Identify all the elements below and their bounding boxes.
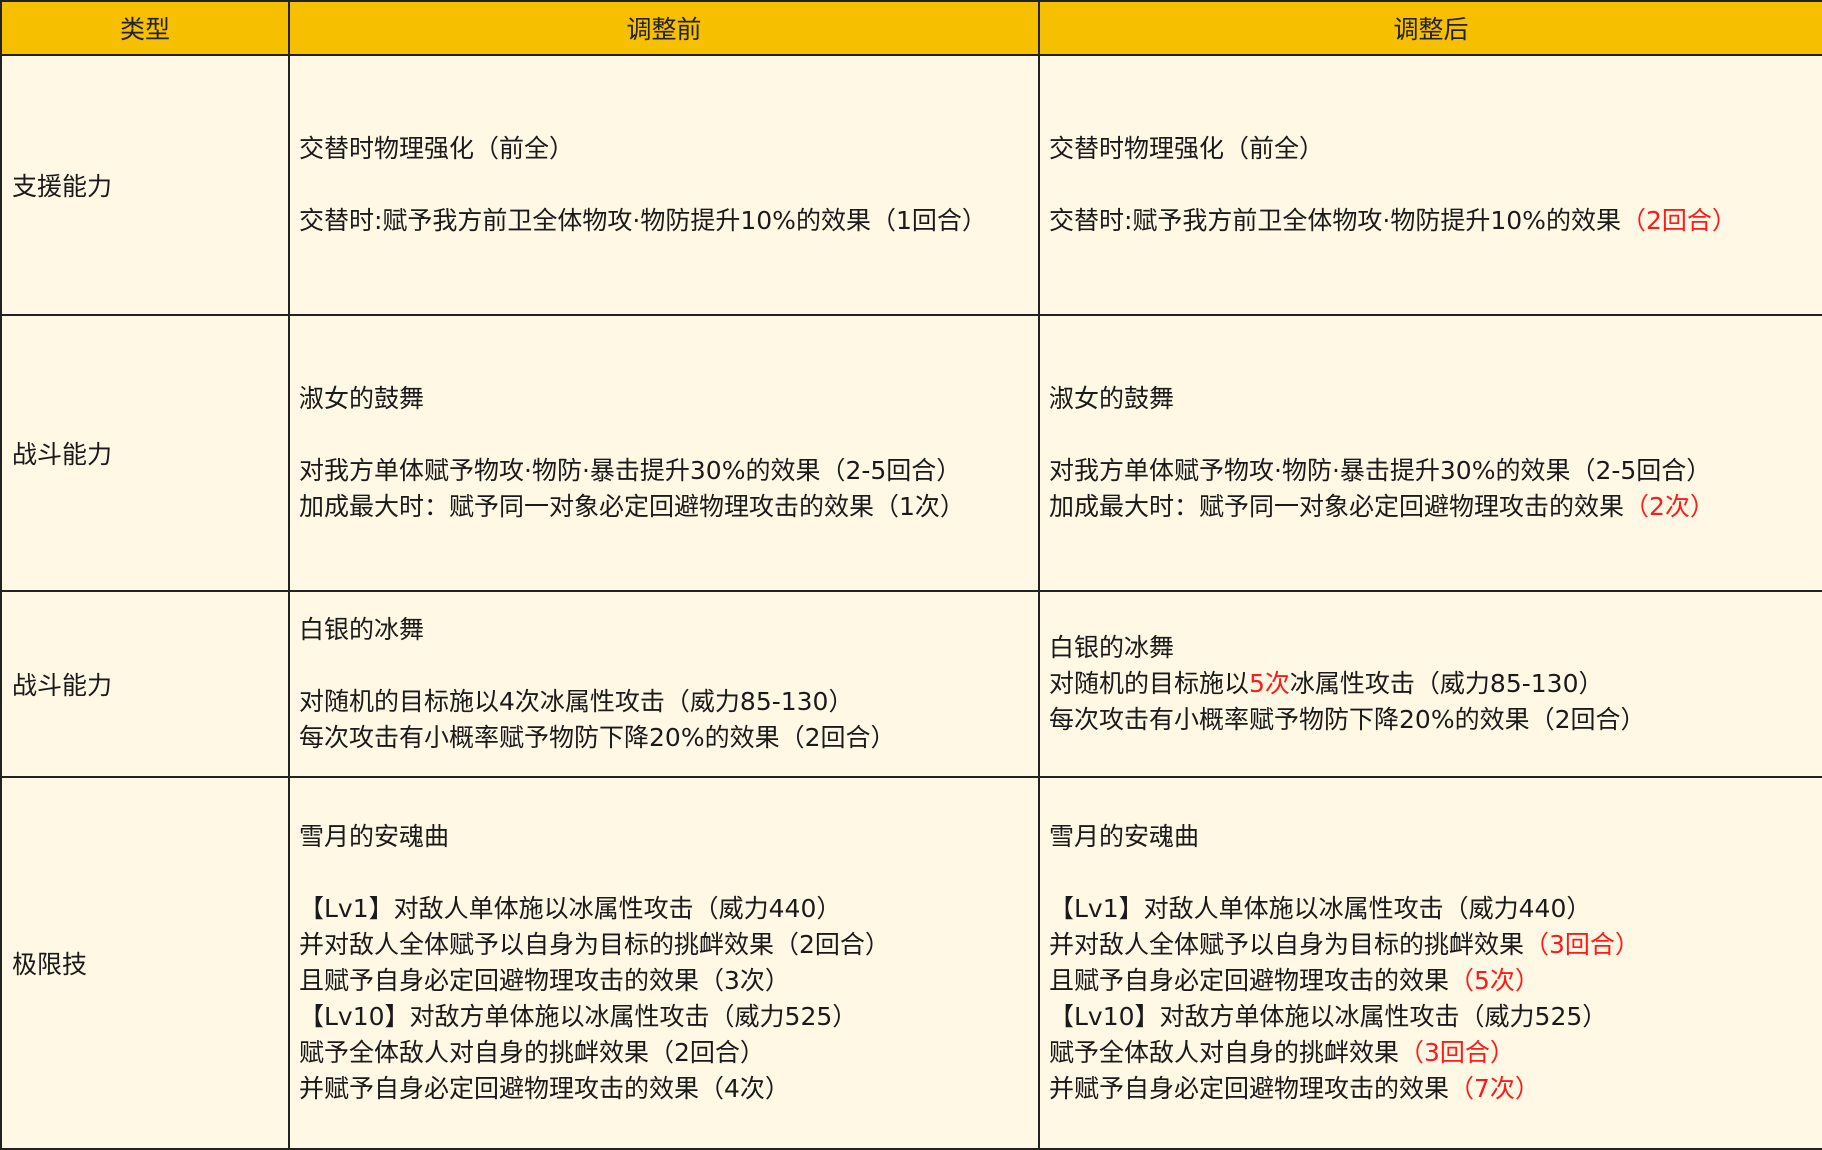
table-row: 战斗能力 淑女的鼓舞 对我方单体赋予物攻·物防·暴击提升30%的效果（2-5回合… bbox=[0, 314, 1822, 592]
skill-line: 赋予全体敌人对自身的挑衅效果（2回合） bbox=[299, 1038, 765, 1067]
skill-line: 每次攻击有小概率赋予物防下降20%的效果（2回合） bbox=[1049, 705, 1646, 734]
type-cell: 极限技 bbox=[0, 776, 290, 1150]
text-part: 对随机的目标施以 bbox=[1049, 669, 1250, 698]
text-part: 并对敌人全体赋予以自身为目标的挑衅效果 bbox=[1049, 930, 1525, 959]
text-part: 且赋予自身必定回避物理攻击的效果 bbox=[1049, 966, 1450, 995]
after-cell: 交替时物理强化（前全） 交替时:赋予我方前卫全体物攻·物防提升10%的效果（2回… bbox=[1038, 54, 1822, 316]
changed-value: （5次） bbox=[1449, 966, 1540, 995]
skill-line: 且赋予自身必定回避物理攻击的效果（5次） bbox=[1049, 963, 1816, 999]
skill-line: 加成最大时：赋予同一对象必定回避物理攻击的效果（2次） bbox=[1049, 489, 1816, 525]
skill-title: 白银的冰舞 bbox=[1049, 633, 1175, 662]
table-row: 支援能力 交替时物理强化（前全） 交替时:赋予我方前卫全体物攻·物防提升10%的… bbox=[0, 54, 1822, 316]
before-cell: 白银的冰舞 对随机的目标施以4次冰属性攻击（威力85-130） 每次攻击有小概率… bbox=[288, 590, 1040, 778]
skill-title: 交替时物理强化（前全） bbox=[299, 134, 575, 163]
changed-value: （3回合） bbox=[1524, 930, 1640, 959]
skill-line: 【Lv1】对敌人单体施以冰属性攻击（威力440） bbox=[1049, 894, 1592, 923]
skill-title: 雪月的安魂曲 bbox=[1049, 822, 1200, 851]
text-part: 加成最大时：赋予同一对象必定回避物理攻击的效果 bbox=[1049, 492, 1625, 521]
table-row: 极限技 雪月的安魂曲 【Lv1】对敌人单体施以冰属性攻击（威力440） 并对敌人… bbox=[0, 776, 1822, 1150]
changed-value: 5次 bbox=[1249, 669, 1290, 698]
skill-line: 对随机的目标施以5次冰属性攻击（威力85-130） bbox=[1049, 666, 1816, 702]
header-after: 调整后 bbox=[1038, 0, 1822, 56]
skill-title: 交替时物理强化（前全） bbox=[1049, 134, 1325, 163]
skill-line: 并对敌人全体赋予以自身为目标的挑衅效果（3回合） bbox=[1049, 927, 1816, 963]
type-label: 战斗能力 bbox=[12, 671, 113, 700]
skill-line: 并赋予自身必定回避物理攻击的效果（7次） bbox=[1049, 1071, 1816, 1107]
skill-title: 雪月的安魂曲 bbox=[299, 822, 450, 851]
skill-line: 并对敌人全体赋予以自身为目标的挑衅效果（2回合） bbox=[299, 930, 890, 959]
header-before: 调整前 bbox=[288, 0, 1040, 56]
skill-line: 【Lv10】对敌方单体施以冰属性攻击（威力525） bbox=[1049, 1002, 1608, 1031]
before-cell: 淑女的鼓舞 对我方单体赋予物攻·物防·暴击提升30%的效果（2-5回合） 加成最… bbox=[288, 314, 1040, 592]
skill-title: 白银的冰舞 bbox=[299, 615, 425, 644]
after-cell: 淑女的鼓舞 对我方单体赋予物攻·物防·暴击提升30%的效果（2-5回合） 加成最… bbox=[1038, 314, 1822, 592]
skill-line: 且赋予自身必定回避物理攻击的效果（3次） bbox=[299, 966, 790, 995]
skill-line: 赋予全体敌人对自身的挑衅效果（3回合） bbox=[1049, 1035, 1816, 1071]
skill-line: 交替时:赋予我方前卫全体物攻·物防提升10%的效果（1回合） bbox=[299, 206, 987, 235]
type-cell: 战斗能力 bbox=[0, 590, 290, 778]
changed-value: （3回合） bbox=[1399, 1038, 1515, 1067]
type-label: 极限技 bbox=[12, 950, 88, 979]
type-label: 战斗能力 bbox=[12, 440, 113, 469]
before-cell: 交替时物理强化（前全） 交替时:赋予我方前卫全体物攻·物防提升10%的效果（1回… bbox=[288, 54, 1040, 316]
changed-value: （7次） bbox=[1449, 1074, 1540, 1103]
type-cell: 支援能力 bbox=[0, 54, 290, 316]
header-row: 类型 调整前 调整后 bbox=[0, 0, 1822, 56]
text-part: 并赋予自身必定回避物理攻击的效果 bbox=[1049, 1074, 1450, 1103]
changed-value: （2回合） bbox=[1620, 206, 1737, 235]
before-cell: 雪月的安魂曲 【Lv1】对敌人单体施以冰属性攻击（威力440） 并对敌人全体赋予… bbox=[288, 776, 1040, 1150]
skill-title: 淑女的鼓舞 bbox=[299, 384, 425, 413]
changed-value: （2次） bbox=[1624, 492, 1715, 521]
skill-line: 【Lv10】对敌方单体施以冰属性攻击（威力525） bbox=[299, 1002, 858, 1031]
text-part: 赋予全体敌人对自身的挑衅效果 bbox=[1049, 1038, 1400, 1067]
table-row: 战斗能力 白银的冰舞 对随机的目标施以4次冰属性攻击（威力85-130） 每次攻… bbox=[0, 590, 1822, 778]
after-cell: 雪月的安魂曲 【Lv1】对敌人单体施以冰属性攻击（威力440） 并对敌人全体赋予… bbox=[1038, 776, 1822, 1150]
skill-line: 对我方单体赋予物攻·物防·暴击提升30%的效果（2-5回合） bbox=[1049, 456, 1712, 485]
skill-line: 对我方单体赋予物攻·物防·暴击提升30%的效果（2-5回合） bbox=[299, 456, 962, 485]
after-cell: 白银的冰舞 对随机的目标施以5次冰属性攻击（威力85-130） 每次攻击有小概率… bbox=[1038, 590, 1822, 778]
type-cell: 战斗能力 bbox=[0, 314, 290, 592]
skill-line: 交替时:赋予我方前卫全体物攻·物防提升10%的效果（2回合） bbox=[1049, 203, 1816, 239]
type-label: 支援能力 bbox=[12, 172, 113, 201]
skill-line: 【Lv1】对敌人单体施以冰属性攻击（威力440） bbox=[299, 894, 842, 923]
text-part: 冰属性攻击（威力85-130） bbox=[1289, 669, 1604, 698]
skill-line: 加成最大时：赋予同一对象必定回避物理攻击的效果（1次） bbox=[299, 492, 965, 521]
skill-adjustment-table: 类型 调整前 调整后 支援能力 交替时物理强化（前全） 交替时:赋予我方前卫全体… bbox=[0, 0, 1822, 1150]
skill-title: 淑女的鼓舞 bbox=[1049, 384, 1175, 413]
skill-line: 对随机的目标施以4次冰属性攻击（威力85-130） bbox=[299, 687, 854, 716]
skill-line: 并赋予自身必定回避物理攻击的效果（4次） bbox=[299, 1074, 790, 1103]
header-type: 类型 bbox=[0, 0, 290, 56]
text-part: 交替时:赋予我方前卫全体物攻·物防提升10%的效果 bbox=[1049, 206, 1621, 235]
skill-line: 每次攻击有小概率赋予物防下降20%的效果（2回合） bbox=[299, 723, 896, 752]
